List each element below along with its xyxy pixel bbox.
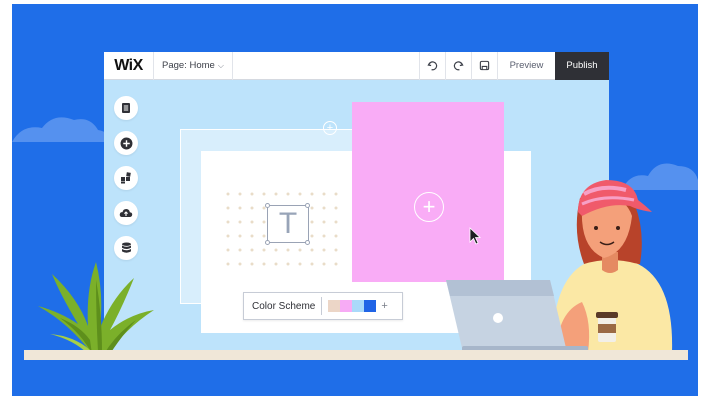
database-icon [121, 242, 131, 253]
add-tool-button[interactable] [114, 131, 138, 155]
chevron-down-icon: ⌵ [217, 60, 224, 70]
pages-icon [122, 103, 130, 113]
cloud-upload-icon [119, 209, 133, 217]
editor-topbar: WiX Page: Home ⌵ Preview Publish [104, 52, 609, 80]
resize-handle[interactable] [305, 203, 310, 208]
color-scheme-panel[interactable]: Color Scheme + [243, 292, 403, 320]
wix-logo: WiX [104, 52, 154, 80]
undo-icon [427, 61, 438, 71]
resize-handle[interactable] [265, 203, 270, 208]
apps-tool-button[interactable] [114, 166, 138, 190]
add-icon [120, 137, 132, 149]
preview-button[interactable]: Preview [497, 52, 555, 80]
page-selector[interactable]: Page: Home ⌵ [154, 52, 233, 80]
illustration-scene: WiX Page: Home ⌵ Preview Publish + T + C… [12, 4, 698, 396]
upload-tool-button[interactable] [114, 201, 138, 225]
resize-handle[interactable] [305, 240, 310, 245]
redo-icon [453, 61, 464, 71]
pages-tool-button[interactable] [114, 96, 138, 120]
save-button[interactable] [471, 52, 497, 80]
page-selector-label: Page: Home [162, 60, 215, 71]
resize-handle[interactable] [265, 240, 270, 245]
plant-illustration [38, 262, 154, 354]
add-element-icon[interactable]: + [414, 192, 444, 222]
text-element[interactable]: T [267, 205, 309, 243]
publish-button[interactable]: Publish [555, 52, 609, 80]
cloud-left [12, 117, 112, 142]
apps-icon [121, 172, 131, 184]
add-color-icon[interactable]: + [381, 300, 387, 312]
undo-button[interactable] [419, 52, 445, 80]
color-swatch-4[interactable] [364, 300, 377, 312]
color-swatch-2[interactable] [340, 300, 353, 312]
color-swatch-1[interactable] [328, 300, 341, 312]
laptop-illustration [446, 280, 588, 352]
divider [321, 297, 323, 315]
color-swatch-3[interactable] [352, 300, 365, 312]
text-placeholder: T [278, 207, 298, 240]
desk-surface [24, 350, 688, 360]
color-scheme-label: Color Scheme [252, 300, 316, 312]
add-section-icon[interactable]: + [323, 121, 337, 135]
redo-button[interactable] [445, 52, 471, 80]
mouse-cursor-icon [469, 227, 481, 245]
save-icon [479, 60, 490, 71]
